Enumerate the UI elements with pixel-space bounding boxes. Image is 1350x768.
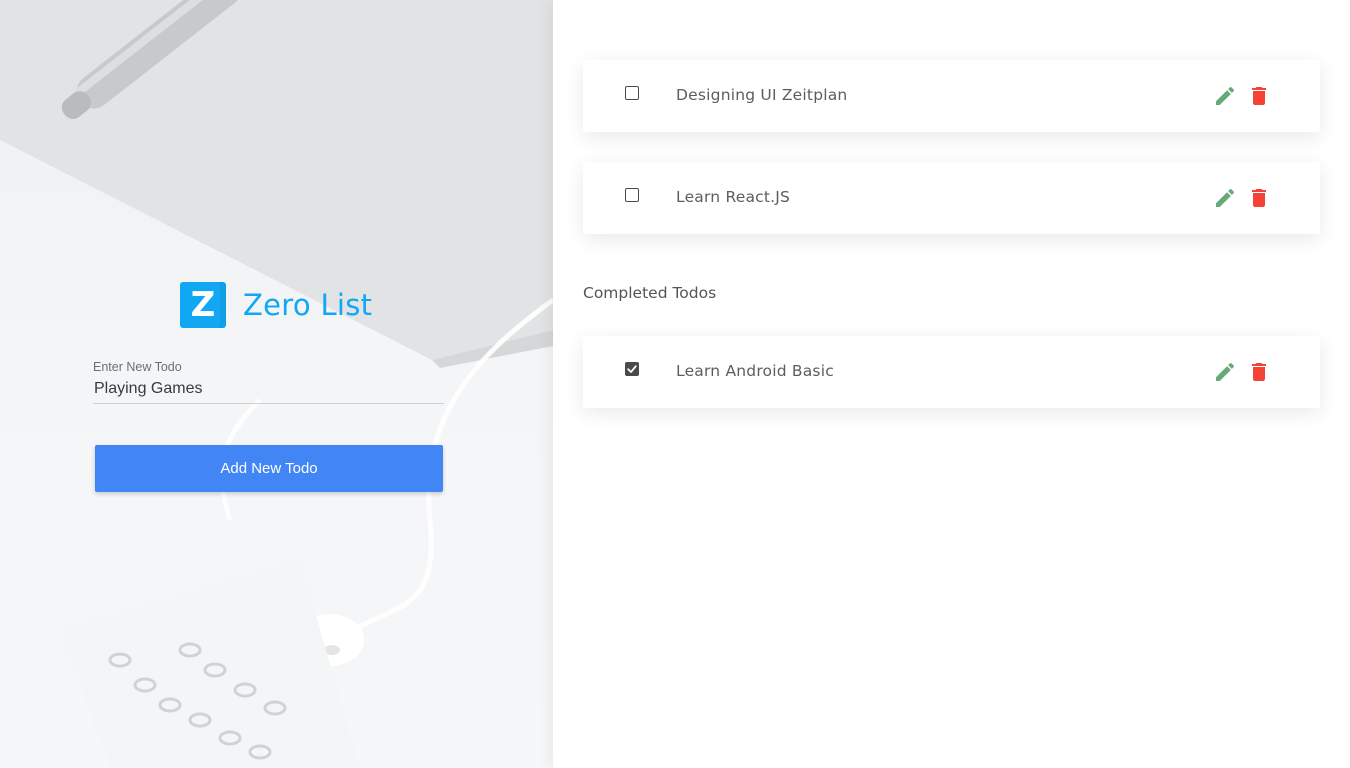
completed-section-title: Completed Todos — [583, 284, 717, 302]
todo-list-panel: Designing UI Zeitplan Learn React.JS Com… — [553, 0, 1350, 768]
edit-button[interactable] — [1213, 360, 1237, 384]
new-todo-label: Enter New Todo — [93, 360, 182, 374]
trash-icon — [1252, 189, 1266, 207]
todo-text: Learn Android Basic — [676, 362, 834, 380]
new-todo-input[interactable] — [93, 378, 444, 404]
add-todo-button[interactable]: Add New Todo — [95, 445, 443, 492]
app-title: Zero List — [243, 288, 373, 322]
app-root: Z Zero List Enter New Todo Add New Todo … — [0, 0, 1350, 768]
new-todo-field: Enter New Todo — [93, 360, 444, 404]
left-panel: Z Zero List Enter New Todo Add New Todo — [0, 0, 553, 768]
completed-todo-item: Learn Android Basic — [583, 336, 1320, 408]
delete-button[interactable] — [1247, 84, 1271, 108]
todo-checkbox[interactable] — [625, 86, 639, 100]
pencil-icon — [1216, 188, 1235, 207]
todo-checkbox[interactable] — [625, 188, 639, 202]
todo-text: Designing UI Zeitplan — [676, 86, 848, 104]
delete-button[interactable] — [1247, 360, 1271, 384]
pencil-icon — [1216, 362, 1235, 381]
edit-button[interactable] — [1213, 186, 1237, 210]
delete-button[interactable] — [1247, 186, 1271, 210]
todo-text: Learn React.JS — [676, 188, 791, 206]
checkmark-icon — [627, 365, 637, 373]
todo-checkbox-checked[interactable] — [625, 362, 639, 376]
todo-item: Designing UI Zeitplan — [583, 60, 1320, 132]
trash-icon — [1252, 363, 1266, 381]
pencil-icon — [1216, 86, 1235, 105]
todo-item: Learn React.JS — [583, 162, 1320, 234]
app-logo-letter: Z — [190, 285, 216, 325]
brand: Z Zero List — [180, 282, 372, 328]
edit-button[interactable] — [1213, 84, 1237, 108]
app-logo: Z — [180, 282, 226, 328]
trash-icon — [1252, 87, 1266, 105]
